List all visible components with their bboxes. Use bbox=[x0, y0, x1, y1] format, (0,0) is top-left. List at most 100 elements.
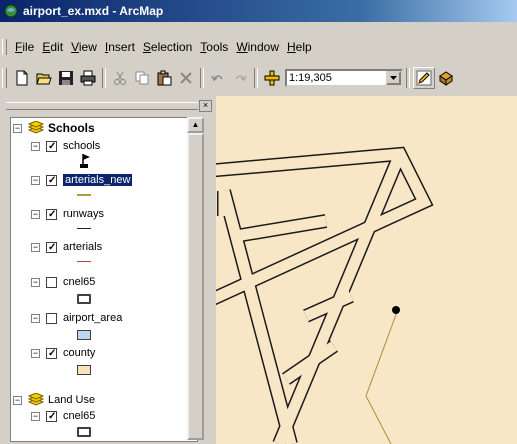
map-scale-combo[interactable]: 1:19,305 bbox=[285, 69, 403, 87]
layer-group-label: Schools bbox=[48, 121, 95, 135]
layer-row-airport-area[interactable]: − airport_area bbox=[31, 311, 122, 325]
save-button[interactable] bbox=[55, 67, 77, 89]
editor-toolbar-button[interactable] bbox=[413, 67, 435, 89]
layer-visibility-checkbox[interactable] bbox=[46, 276, 57, 288]
layer-visibility-checkbox[interactable]: ✓ bbox=[46, 241, 57, 253]
delete-x-icon bbox=[180, 72, 192, 84]
menu-file[interactable]: File bbox=[11, 40, 38, 54]
layer-name: schools bbox=[63, 140, 101, 152]
copy-button[interactable] bbox=[131, 67, 153, 89]
menu-view[interactable]: View bbox=[67, 40, 101, 54]
layer-row-cnel65[interactable]: − cnel65 bbox=[31, 275, 95, 289]
layer-visibility-checkbox[interactable]: ✓ bbox=[46, 410, 57, 422]
scroll-up-button[interactable]: ▲ bbox=[187, 117, 204, 133]
new-document-button[interactable] bbox=[11, 67, 33, 89]
layer-visibility-checkbox[interactable]: ✓ bbox=[46, 174, 57, 186]
printer-icon bbox=[80, 70, 96, 86]
fill-polygon-symbol-icon bbox=[77, 365, 91, 375]
open-button[interactable] bbox=[33, 67, 55, 89]
collapse-toggle[interactable]: − bbox=[31, 313, 40, 323]
line-symbol-swatch bbox=[77, 228, 91, 229]
layer-name: airport_area bbox=[63, 312, 123, 324]
toolbar-separator bbox=[200, 68, 204, 88]
menu-tools[interactable]: Tools bbox=[196, 40, 232, 54]
scissors-icon bbox=[114, 71, 126, 85]
layer-visibility-checkbox[interactable]: ✓ bbox=[46, 140, 57, 152]
toc-close-button[interactable]: × bbox=[199, 100, 212, 112]
cut-button[interactable] bbox=[109, 67, 131, 89]
menu-insert[interactable]: Insert bbox=[101, 40, 139, 54]
map-scale-dropdown-button[interactable] bbox=[386, 71, 401, 85]
open-folder-icon bbox=[36, 73, 52, 85]
new-document-icon bbox=[16, 70, 28, 86]
toc-vertical-scrollbar[interactable]: ▲ bbox=[187, 117, 204, 440]
collapse-toggle[interactable]: − bbox=[13, 123, 22, 133]
toc-grip[interactable] bbox=[6, 102, 198, 110]
menu-selection[interactable]: Selection bbox=[139, 40, 196, 54]
add-data-button[interactable] bbox=[261, 67, 283, 89]
title-bar: airport_ex.mxd - ArcMap bbox=[0, 0, 517, 22]
map-display[interactable] bbox=[216, 96, 517, 444]
layer-row-arterials-new[interactable]: − ✓ arterials_new bbox=[31, 173, 133, 187]
menu-help[interactable]: Help bbox=[283, 40, 316, 54]
toolbar-grip[interactable] bbox=[2, 68, 7, 88]
layer-name: arterials bbox=[63, 241, 103, 253]
menu-window[interactable]: Window bbox=[232, 40, 283, 54]
arcmap-globe-icon bbox=[4, 4, 18, 18]
copy-icon bbox=[135, 71, 149, 85]
collapse-toggle[interactable]: − bbox=[13, 395, 22, 405]
collapse-toggle[interactable]: − bbox=[31, 175, 40, 185]
layer-name: cnel65 bbox=[63, 276, 96, 288]
undo-button[interactable] bbox=[207, 67, 229, 89]
line-symbol-swatch bbox=[77, 194, 91, 196]
layer-visibility-checkbox[interactable]: ✓ bbox=[46, 208, 57, 220]
runways-fill bbox=[216, 148, 432, 444]
layer-row-runways[interactable]: − ✓ runways bbox=[31, 207, 104, 221]
layer-visibility-checkbox[interactable] bbox=[46, 312, 57, 324]
undo-arrow-icon bbox=[211, 75, 223, 82]
save-disk-icon bbox=[59, 71, 73, 85]
layer-row-cnel65-land-use[interactable]: − ✓ cnel65 bbox=[31, 409, 95, 423]
layer-name: runways bbox=[63, 208, 104, 220]
toolbar-separator bbox=[254, 68, 258, 88]
line-symbol-swatch bbox=[77, 261, 91, 262]
delete-button[interactable] bbox=[175, 67, 197, 89]
hollow-polygon-symbol-icon bbox=[77, 427, 91, 437]
layers-stack-icon bbox=[28, 393, 44, 406]
redo-arrow-icon bbox=[235, 75, 247, 82]
dropdown-arrow-icon bbox=[390, 76, 397, 80]
collapse-toggle[interactable]: − bbox=[31, 411, 40, 421]
paste-button[interactable] bbox=[153, 67, 175, 89]
scroll-thumb[interactable] bbox=[187, 133, 204, 440]
collapse-toggle[interactable]: − bbox=[31, 277, 40, 287]
redo-button[interactable] bbox=[229, 67, 251, 89]
layer-name-selected: arterials_new bbox=[63, 174, 133, 186]
map-scale-value: 1:19,305 bbox=[289, 72, 332, 84]
collapse-toggle[interactable]: − bbox=[31, 141, 40, 151]
school-point-marker bbox=[392, 306, 400, 314]
print-button[interactable] bbox=[77, 67, 99, 89]
collapse-toggle[interactable]: − bbox=[31, 209, 40, 219]
menu-edit[interactable]: Edit bbox=[38, 40, 67, 54]
standard-toolbar: 1:19,305 bbox=[0, 64, 517, 92]
arctoolbox-button[interactable] bbox=[435, 67, 457, 89]
toolbar-separator bbox=[406, 68, 410, 88]
layer-row-arterials[interactable]: − ✓ arterials bbox=[31, 240, 102, 254]
layers-stack-icon bbox=[28, 121, 44, 134]
collapse-toggle[interactable]: − bbox=[31, 348, 40, 358]
layer-visibility-checkbox[interactable]: ✓ bbox=[46, 347, 57, 359]
layer-row-county[interactable]: − ✓ county bbox=[31, 346, 95, 360]
table-of-contents: × − Schools − ✓ schools − ✓ arterials_ne… bbox=[0, 96, 216, 444]
layer-row-schools[interactable]: − ✓ schools bbox=[31, 139, 100, 153]
map-canvas[interactable] bbox=[216, 96, 517, 444]
fill-polygon-symbol-icon bbox=[77, 330, 91, 340]
layer-group-label: Land Use bbox=[48, 394, 96, 406]
layer-name: county bbox=[63, 347, 96, 359]
layer-group-schools[interactable]: − Schools bbox=[13, 121, 95, 135]
menu-bar-grip[interactable] bbox=[2, 39, 7, 55]
collapse-toggle[interactable]: − bbox=[31, 242, 40, 252]
layer-group-land-use[interactable]: − Land Use bbox=[13, 393, 95, 407]
arterial-line bbox=[365, 311, 398, 444]
layer-list[interactable]: − Schools − ✓ schools − ✓ arterials_new … bbox=[10, 117, 198, 442]
hollow-polygon-symbol-icon bbox=[77, 294, 91, 304]
